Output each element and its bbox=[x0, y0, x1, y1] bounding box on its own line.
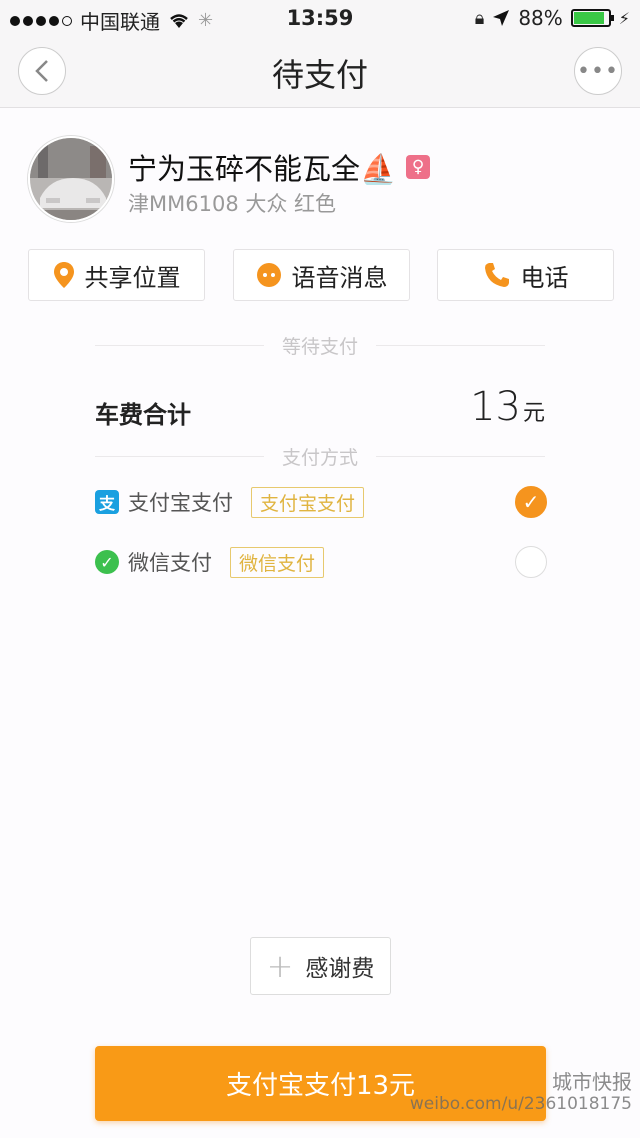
nav-bar: 待支付 ••• bbox=[0, 36, 640, 108]
gender-badge: ♀ bbox=[406, 155, 431, 179]
voice-message-label: 语音消息 bbox=[291, 263, 388, 292]
alipay-tag: 支付宝支付 bbox=[251, 486, 365, 518]
watermark-url: weibo.com/u/2361018175 bbox=[409, 1094, 632, 1114]
battery-percent: 88% bbox=[518, 6, 563, 30]
fare-amount: 13 元 bbox=[470, 384, 545, 430]
charging-icon: ⚡ bbox=[618, 8, 630, 28]
driver-name: 宁为玉碎不能瓦全⛵ bbox=[128, 152, 397, 186]
wechat-pay-name: 微信支付 bbox=[128, 551, 212, 575]
driver-name-row: 宁为玉碎不能瓦全⛵ ♀ bbox=[128, 146, 431, 188]
phone-button[interactable]: 电话 bbox=[437, 249, 614, 301]
alipay-check-icon[interactable]: ✓ bbox=[515, 486, 547, 518]
wechat-pay-icon: ✓ bbox=[95, 550, 119, 574]
thank-you-fee-label: 感谢费 bbox=[305, 956, 375, 982]
phone-icon bbox=[484, 263, 509, 287]
wechat-pay-option[interactable]: ✓ 微信支付 微信支付 bbox=[95, 542, 547, 582]
phone-label: 电话 bbox=[520, 263, 569, 292]
thank-you-fee-button[interactable]: + 感谢费 bbox=[250, 937, 391, 995]
wechat-pay-radio[interactable] bbox=[515, 546, 547, 578]
waiting-payment-divider: 等待支付 bbox=[95, 332, 546, 359]
voice-bubble-icon bbox=[256, 263, 281, 287]
location-pin-icon bbox=[53, 262, 74, 288]
plus-icon: + bbox=[266, 947, 294, 985]
car-photo-icon bbox=[30, 138, 112, 220]
voice-message-button[interactable]: 语音消息 bbox=[233, 249, 410, 301]
fare-unit: 元 bbox=[522, 401, 545, 426]
car-info: 津MM6108 大众 红色 bbox=[128, 192, 337, 216]
battery-icon bbox=[570, 9, 614, 27]
waiting-payment-label: 等待支付 bbox=[282, 336, 359, 358]
page-title: 待支付 bbox=[271, 56, 368, 94]
status-bar: 中国联通 ✳ 13:59 🔒︎ 88% ⚡ bbox=[0, 0, 640, 36]
payment-method-divider: 支付方式 bbox=[95, 443, 546, 470]
location-arrow-icon bbox=[493, 10, 510, 26]
fare-label: 车费合计 bbox=[95, 401, 191, 429]
alipay-option[interactable]: 支 支付宝支付 支付宝支付 ✓ bbox=[95, 482, 547, 522]
share-location-label: 共享位置 bbox=[84, 263, 181, 292]
status-right: 🔒︎ 88% ⚡ bbox=[475, 6, 630, 30]
more-icon: ••• bbox=[577, 58, 619, 84]
driver-avatar[interactable] bbox=[28, 136, 114, 222]
alipay-name: 支付宝支付 bbox=[128, 491, 233, 515]
wechat-pay-tag: 微信支付 bbox=[230, 546, 325, 578]
fare-value: 13 bbox=[470, 384, 521, 430]
share-location-button[interactable]: 共享位置 bbox=[28, 249, 205, 301]
more-button[interactable]: ••• bbox=[574, 47, 622, 95]
watermark-name: 城市快报 bbox=[552, 1070, 632, 1094]
payment-method-label: 支付方式 bbox=[282, 447, 359, 469]
watermark: 城市快报 weibo.com/u/2361018175 bbox=[410, 1070, 632, 1114]
rotation-lock-icon: 🔒︎ bbox=[474, 7, 485, 29]
alipay-icon: 支 bbox=[95, 490, 119, 514]
